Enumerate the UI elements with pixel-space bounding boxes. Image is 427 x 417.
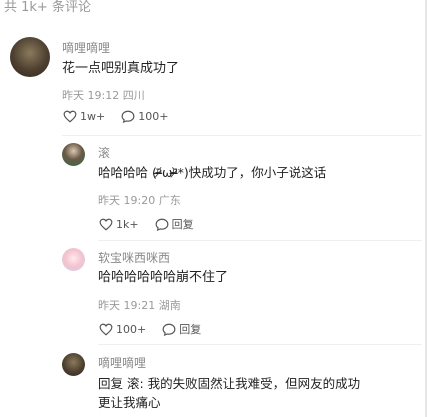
reply-item: 嘀哩嘀哩 回复 滚: 我的失败固然让我难受，但网友的成功 更让我痛心 — [0, 0, 427, 417]
comment-text: 回复 滚: 我的失败固然让我难受，但网友的成功 — [98, 376, 361, 391]
comment-text-continued: 更让我痛心 — [98, 395, 161, 410]
comment-author[interactable]: 嘀哩嘀哩 — [98, 354, 146, 371]
avatar[interactable] — [62, 353, 85, 376]
